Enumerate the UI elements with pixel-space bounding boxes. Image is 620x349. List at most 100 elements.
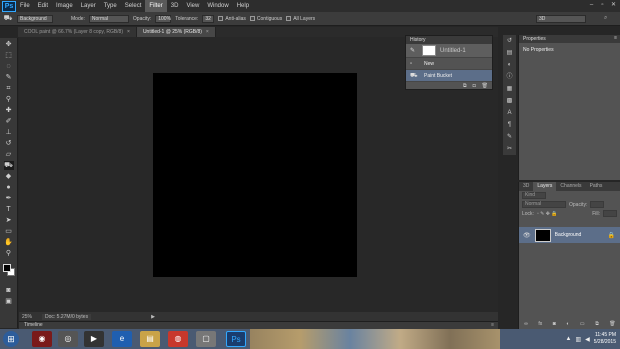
menu-help[interactable]: Help <box>233 0 253 12</box>
fill-source-select[interactable]: Background <box>17 14 53 23</box>
menu-select[interactable]: Select <box>121 0 146 12</box>
adjustment-layer-icon[interactable]: ◐ <box>566 321 569 327</box>
tolerance-input[interactable]: 32 <box>202 14 215 23</box>
clone-stamp-tool-icon[interactable]: ⊥ <box>4 128 14 137</box>
tab-untitled-1[interactable]: Untitled-1 @ 25% (RGB/8) × <box>136 27 216 37</box>
brush-panel-icon[interactable]: ✎ <box>505 133 514 142</box>
foreground-color-swatch[interactable] <box>2 264 11 272</box>
history-item-new[interactable]: ▫ New <box>406 58 492 70</box>
network-icon[interactable]: ▥ <box>575 336 581 343</box>
camera-icon[interactable]: ◘ <box>473 83 476 89</box>
menu-3d[interactable]: 3D <box>167 0 183 12</box>
timeline-label[interactable]: Timeline <box>24 322 43 328</box>
lock-icons[interactable]: ▫ ✎ ✥ 🔒 <box>537 211 558 217</box>
menu-layer[interactable]: Layer <box>77 0 100 12</box>
menu-type[interactable]: Type <box>100 0 121 12</box>
marquee-tool-icon[interactable]: ⬚ <box>4 51 14 60</box>
menu-image[interactable]: Image <box>52 0 77 12</box>
new-layer-icon[interactable]: ⧉ <box>595 321 599 327</box>
paragraph-panel-icon[interactable]: ¶ <box>505 121 514 130</box>
history-tab[interactable]: History <box>406 36 492 44</box>
document-canvas[interactable] <box>153 73 357 277</box>
move-tool-icon[interactable]: ✥ <box>4 40 14 49</box>
path-select-tool-icon[interactable]: ➤ <box>4 216 14 225</box>
media-player-icon[interactable]: ▶ <box>84 331 104 347</box>
eyedropper-tool-icon[interactable]: ⚲ <box>4 95 14 104</box>
all-layers-checkbox[interactable] <box>286 16 292 21</box>
tray-arrow-icon[interactable]: ▲ <box>566 336 572 342</box>
lasso-tool-icon[interactable]: ◌ <box>4 62 14 71</box>
history-panel-icon[interactable]: ↺ <box>505 37 514 46</box>
tab-paths[interactable]: Paths <box>586 182 607 191</box>
anti-alias-checkbox[interactable] <box>218 16 224 21</box>
menu-filter[interactable]: Filter <box>145 0 167 12</box>
tab-3d[interactable]: 3D <box>519 182 533 191</box>
minimize-icon[interactable]: – <box>587 2 596 9</box>
color-panel-icon[interactable]: ▦ <box>505 85 514 94</box>
tools-panel-icon[interactable]: ✂ <box>505 145 514 154</box>
media-app-icon[interactable]: ◉ <box>32 331 52 347</box>
eye-icon[interactable]: 👁 <box>523 232 531 239</box>
app-window-icon[interactable]: ▢ <box>196 331 216 347</box>
panel-menu-icon[interactable]: ≡ <box>614 35 617 41</box>
history-brush-tool-icon[interactable]: ↺ <box>4 139 14 148</box>
app-icon[interactable]: ◎ <box>58 331 78 347</box>
properties-panel-icon[interactable]: ▤ <box>505 49 514 58</box>
properties-tab[interactable]: Properties <box>519 35 620 43</box>
layer-opacity-input[interactable] <box>590 201 605 208</box>
close-icon[interactable]: ✕ <box>609 2 618 9</box>
menu-edit[interactable]: Edit <box>34 0 52 12</box>
menu-window[interactable]: Window <box>203 0 232 12</box>
info-panel-icon[interactable]: ⓘ <box>505 73 514 82</box>
trash-icon[interactable]: 🗑 <box>482 83 488 89</box>
zoom-level[interactable]: 25% <box>22 314 32 320</box>
eraser-tool-icon[interactable]: ▱ <box>4 150 14 159</box>
close-icon[interactable]: × <box>206 29 209 35</box>
shape-tool-icon[interactable]: ▭ <box>4 227 14 236</box>
brush-tool-icon[interactable]: ✐ <box>4 117 14 126</box>
layer-fill-input[interactable] <box>603 210 617 217</box>
history-item-paint-bucket[interactable]: ⛟ Paint Bucket <box>406 70 492 82</box>
quick-mask-icon[interactable]: ◙ <box>4 286 14 295</box>
crop-tool-icon[interactable]: ⌗ <box>4 84 14 93</box>
hand-tool-icon[interactable]: ✋ <box>4 238 14 247</box>
menu-file[interactable]: File <box>16 0 34 12</box>
menu-view[interactable]: View <box>182 0 203 12</box>
windows-start-icon[interactable]: ⊞ <box>3 331 19 347</box>
history-snapshot[interactable]: ✎ Untitled-1 <box>406 44 492 58</box>
tab-channels[interactable]: Channels <box>556 182 585 191</box>
status-menu-icon[interactable]: ▶ <box>151 314 155 320</box>
tab-layers[interactable]: Layers <box>533 182 557 191</box>
healing-tool-icon[interactable]: ✚ <box>4 106 14 115</box>
restore-icon[interactable]: ▫ <box>598 2 607 9</box>
file-explorer-icon[interactable]: ▤ <box>140 331 160 347</box>
contiguous-checkbox[interactable] <box>249 16 255 21</box>
close-icon[interactable]: × <box>127 29 130 35</box>
swatches-panel-icon[interactable]: ▩ <box>505 97 514 106</box>
trash-icon[interactable]: 🗑 <box>609 321 615 327</box>
quick-select-tool-icon[interactable]: ✎ <box>4 73 14 82</box>
chrome-icon[interactable]: ◍ <box>168 331 188 347</box>
fx-icon[interactable]: fx <box>538 321 542 327</box>
tab-cool-paint[interactable]: COOL paint @ 66.7% (Layer 8 copy, RGB/8)… <box>18 27 137 37</box>
dodge-tool-icon[interactable]: ● <box>4 183 14 192</box>
panel-menu-icon[interactable]: ≡ <box>491 322 494 329</box>
mode-select[interactable]: Normal <box>88 14 129 23</box>
screen-mode-icon[interactable]: ▣ <box>4 297 14 306</box>
link-icon[interactable]: ∞ <box>524 321 528 327</box>
paint-bucket-preset-icon[interactable]: ⛟ <box>3 14 13 23</box>
adjustments-panel-icon[interactable]: ◐ <box>505 61 514 70</box>
color-swatches[interactable] <box>2 264 15 276</box>
folder-icon[interactable]: ▭ <box>580 321 585 327</box>
new-document-from-state-icon[interactable]: ⧉ <box>463 83 467 89</box>
paint-bucket-tool-icon[interactable]: ⛟ <box>3 161 14 170</box>
mask-icon[interactable]: ◙ <box>553 321 556 327</box>
type-tool-icon[interactable]: T <box>4 205 14 214</box>
layer-kind-filter[interactable]: Kind <box>522 192 546 199</box>
zoom-tool-icon[interactable]: ⚲ <box>4 249 14 258</box>
layer-background[interactable]: 👁 Background 🔒 <box>519 227 620 243</box>
workspace-select[interactable]: 3D <box>536 15 586 23</box>
internet-explorer-icon[interactable]: e <box>112 331 132 347</box>
clock[interactable]: 11:45 PM 5/28/2015 <box>594 332 616 346</box>
pen-tool-icon[interactable]: ✒ <box>4 194 14 203</box>
